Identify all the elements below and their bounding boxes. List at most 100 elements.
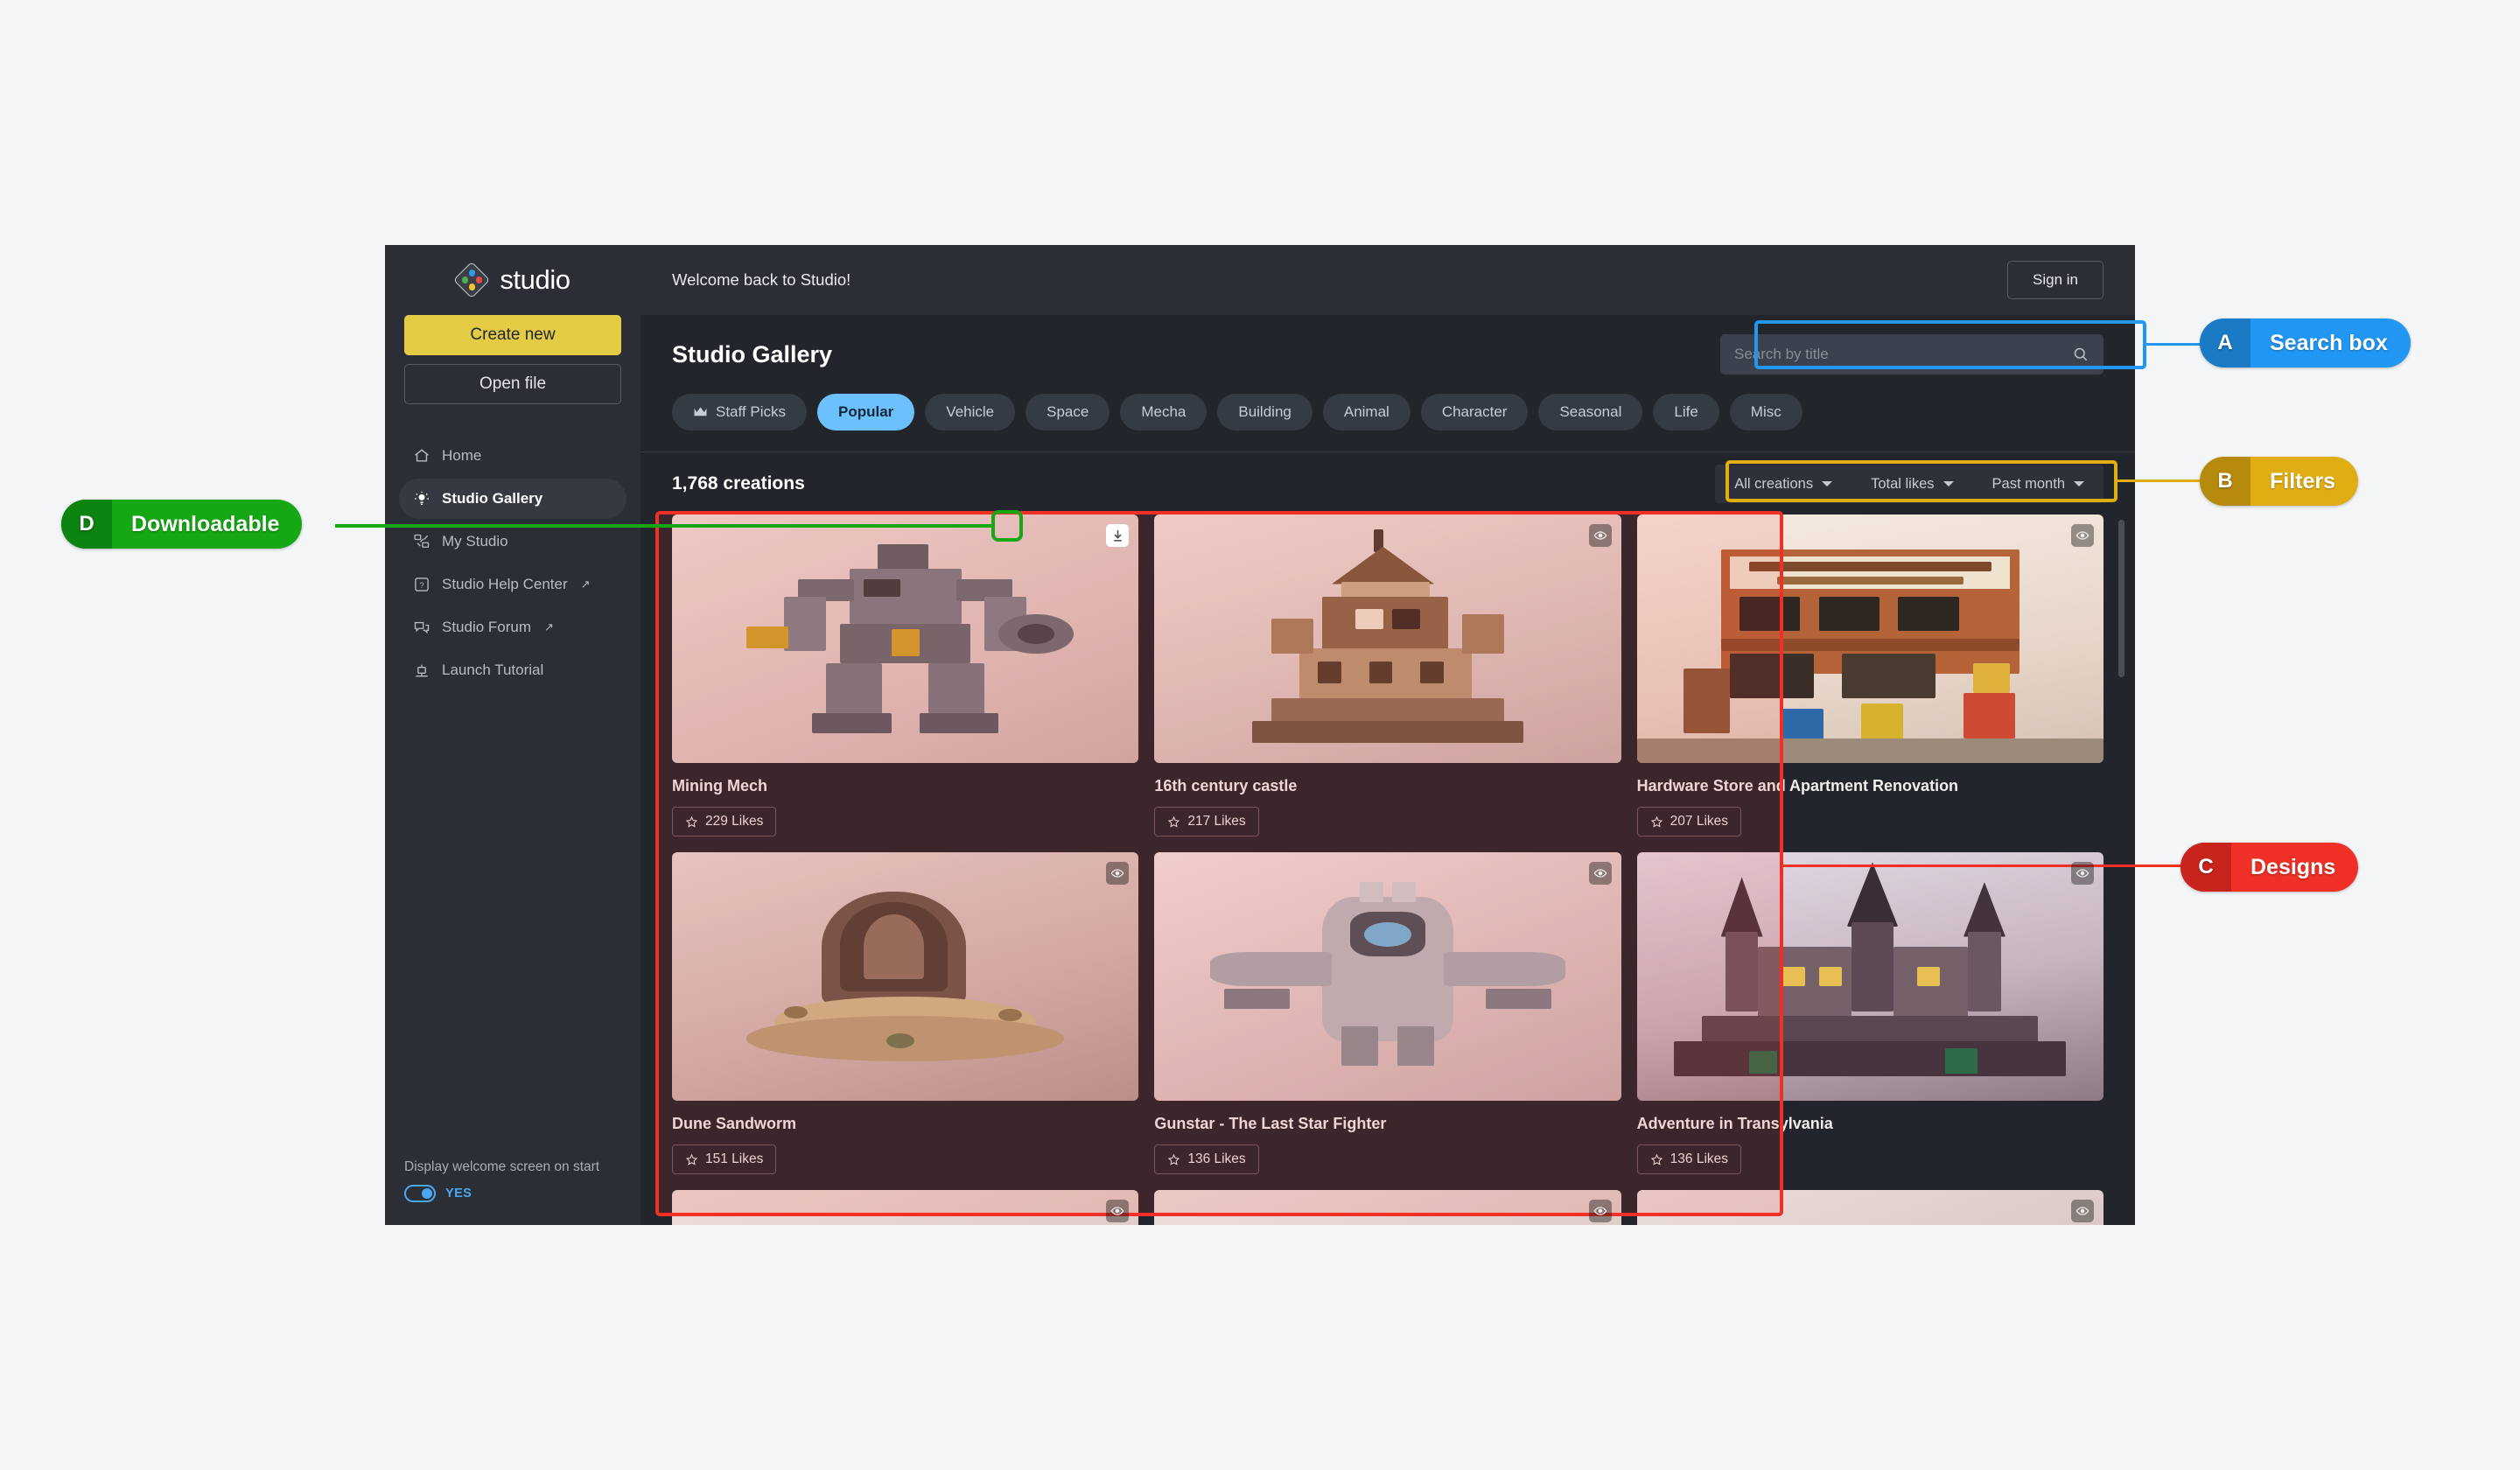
filter-past-month[interactable]: Past month bbox=[1973, 465, 2104, 503]
creation-title: Gunstar - The Last Star Fighter bbox=[1154, 1115, 1387, 1132]
annotation-pill-downloadable: D Downloadable bbox=[61, 500, 303, 549]
home-icon bbox=[413, 447, 430, 465]
sidebar-item-label: Home bbox=[442, 447, 482, 464]
creation-card[interactable]: Adventure in Transylvania 136 Likes bbox=[1636, 852, 2104, 1174]
annotation-key: A bbox=[2200, 318, 2250, 368]
creation-thumbnail[interactable] bbox=[1154, 514, 1621, 763]
chip-staff-picks[interactable]: Staff Picks bbox=[672, 394, 807, 430]
creation-thumbnail[interactable] bbox=[1636, 514, 2104, 763]
help-icon: ? bbox=[413, 576, 430, 593]
likes-badge: 217 Likes bbox=[1154, 807, 1259, 836]
category-chips: Staff Picks Popular Vehicle Space Mecha … bbox=[640, 394, 2135, 452]
creation-card[interactable]: Mining Mech 229 Likes bbox=[672, 514, 1139, 836]
likes-count: 229 Likes bbox=[705, 814, 764, 829]
sidebar-nav: Home Studio Gallery My Studio ? Studio H… bbox=[385, 436, 640, 693]
eye-icon[interactable] bbox=[1106, 1200, 1130, 1222]
sidebar-item-label: Studio Forum bbox=[442, 619, 532, 635]
creation-thumbnail[interactable] bbox=[672, 514, 1139, 763]
grid-scrollbar[interactable] bbox=[2118, 520, 2124, 677]
eye-icon[interactable] bbox=[1106, 862, 1130, 885]
gallery-subbar: 1,768 creations All creations Total like… bbox=[640, 452, 2135, 514]
search-input[interactable] bbox=[1734, 346, 2072, 363]
welcome-screen-setting-label: Display welcome screen on start bbox=[404, 1159, 600, 1174]
eye-icon[interactable] bbox=[1588, 1200, 1612, 1222]
creation-card[interactable]: Hardware Store and Apartment Renovation … bbox=[1636, 514, 2104, 836]
creations-count: 1,768 creations bbox=[672, 472, 805, 494]
tutorial-icon bbox=[413, 662, 430, 679]
creation-thumbnail[interactable] bbox=[672, 852, 1139, 1101]
likes-badge: 207 Likes bbox=[1636, 807, 1742, 836]
creation-card[interactable]: 16th century castle 217 Likes bbox=[1154, 514, 1621, 836]
sidebar-item-studio-gallery[interactable]: Studio Gallery bbox=[399, 479, 626, 519]
creation-thumbnail[interactable] bbox=[672, 1190, 1139, 1225]
creation-thumbnail[interactable] bbox=[1154, 1190, 1621, 1225]
chip-seasonal[interactable]: Seasonal bbox=[1538, 394, 1643, 430]
chevron-down-icon bbox=[2074, 481, 2084, 486]
external-link-icon: ↗ bbox=[544, 620, 554, 634]
eye-icon[interactable] bbox=[1588, 862, 1612, 885]
chip-building[interactable]: Building bbox=[1217, 394, 1312, 430]
studio-app-window: studio Create new Open file Home Studio … bbox=[385, 245, 2135, 1225]
chevron-down-icon bbox=[1822, 481, 1833, 486]
creation-card[interactable]: Dune Sandworm 151 Likes bbox=[672, 852, 1139, 1174]
create-new-button[interactable]: Create new bbox=[404, 315, 621, 355]
chip-label: Misc bbox=[1750, 403, 1782, 420]
creation-thumbnail[interactable] bbox=[1154, 852, 1621, 1101]
creation-card[interactable] bbox=[672, 1190, 1139, 1225]
main-content: Welcome back to Studio! Sign in Studio G… bbox=[640, 245, 2135, 1225]
chip-character[interactable]: Character bbox=[1420, 394, 1529, 430]
filter-all-creations[interactable]: All creations bbox=[1715, 465, 1852, 503]
chip-animal[interactable]: Animal bbox=[1322, 394, 1410, 430]
sign-in-button[interactable]: Sign in bbox=[2007, 261, 2104, 299]
filter-total-likes[interactable]: Total likes bbox=[1852, 465, 1972, 503]
chip-label: Character bbox=[1441, 403, 1508, 420]
eye-icon[interactable] bbox=[2070, 524, 2094, 547]
sidebar-item-label: My Studio bbox=[442, 533, 508, 550]
chip-vehicle[interactable]: Vehicle bbox=[925, 394, 1016, 430]
creation-thumbnail[interactable] bbox=[1636, 1190, 2104, 1225]
creation-card[interactable] bbox=[1636, 1190, 2104, 1225]
toggle-switch-icon[interactable] bbox=[404, 1185, 436, 1202]
chip-misc[interactable]: Misc bbox=[1729, 394, 1802, 430]
sidebar-item-studio-help-center[interactable]: ? Studio Help Center ↗ bbox=[399, 564, 626, 605]
chip-mecha[interactable]: Mecha bbox=[1120, 394, 1208, 430]
toggle-value: YES bbox=[445, 1186, 472, 1200]
creation-card[interactable] bbox=[1154, 1190, 1621, 1225]
sidebar-item-studio-forum[interactable]: Studio Forum ↗ bbox=[399, 607, 626, 648]
mech-artwork bbox=[672, 514, 1139, 763]
annotation-pill-search-box: A Search box bbox=[2200, 318, 2411, 368]
welcome-screen-toggle[interactable]: YES bbox=[404, 1185, 621, 1202]
lightbulb-icon bbox=[413, 490, 430, 508]
creation-card[interactable]: Gunstar - The Last Star Fighter 136 Like… bbox=[1154, 852, 1621, 1174]
likes-count: 136 Likes bbox=[1187, 1152, 1246, 1166]
search-box[interactable] bbox=[1720, 334, 2104, 374]
chip-space[interactable]: Space bbox=[1026, 394, 1110, 430]
annotation-leader-a bbox=[2146, 343, 2205, 346]
creation-title: Mining Mech bbox=[672, 777, 767, 794]
sidebar-item-launch-tutorial[interactable]: Launch Tutorial bbox=[399, 650, 626, 690]
open-file-button[interactable]: Open file bbox=[404, 364, 621, 404]
star-icon bbox=[1650, 816, 1662, 828]
chip-popular[interactable]: Popular bbox=[817, 394, 915, 430]
annotation-label: Downloadable bbox=[131, 511, 280, 536]
eye-icon[interactable] bbox=[1588, 524, 1612, 547]
likes-count: 151 Likes bbox=[705, 1152, 764, 1166]
annotation-label: Designs bbox=[2250, 854, 2336, 879]
search-icon[interactable] bbox=[2072, 346, 2090, 363]
chat-icon bbox=[413, 619, 430, 636]
chip-label: Popular bbox=[838, 403, 894, 420]
annotation-key: D bbox=[61, 500, 112, 549]
screenshot-root: studio Create new Open file Home Studio … bbox=[0, 0, 2520, 1470]
annotation-label: Filters bbox=[2270, 468, 2336, 494]
download-icon[interactable] bbox=[1106, 524, 1130, 547]
sidebar-item-home[interactable]: Home bbox=[399, 436, 626, 476]
eye-icon[interactable] bbox=[2070, 862, 2094, 885]
eye-icon[interactable] bbox=[2070, 1200, 2094, 1222]
star-icon bbox=[685, 816, 698, 828]
brand-name: studio bbox=[500, 264, 570, 295]
creation-thumbnail[interactable] bbox=[1636, 852, 2104, 1101]
creation-title: 16th century castle bbox=[1154, 777, 1298, 794]
sidebar-actions: Create new Open file bbox=[385, 315, 640, 404]
chip-life[interactable]: Life bbox=[1653, 394, 1719, 430]
sandworm-artwork bbox=[672, 852, 1139, 1101]
